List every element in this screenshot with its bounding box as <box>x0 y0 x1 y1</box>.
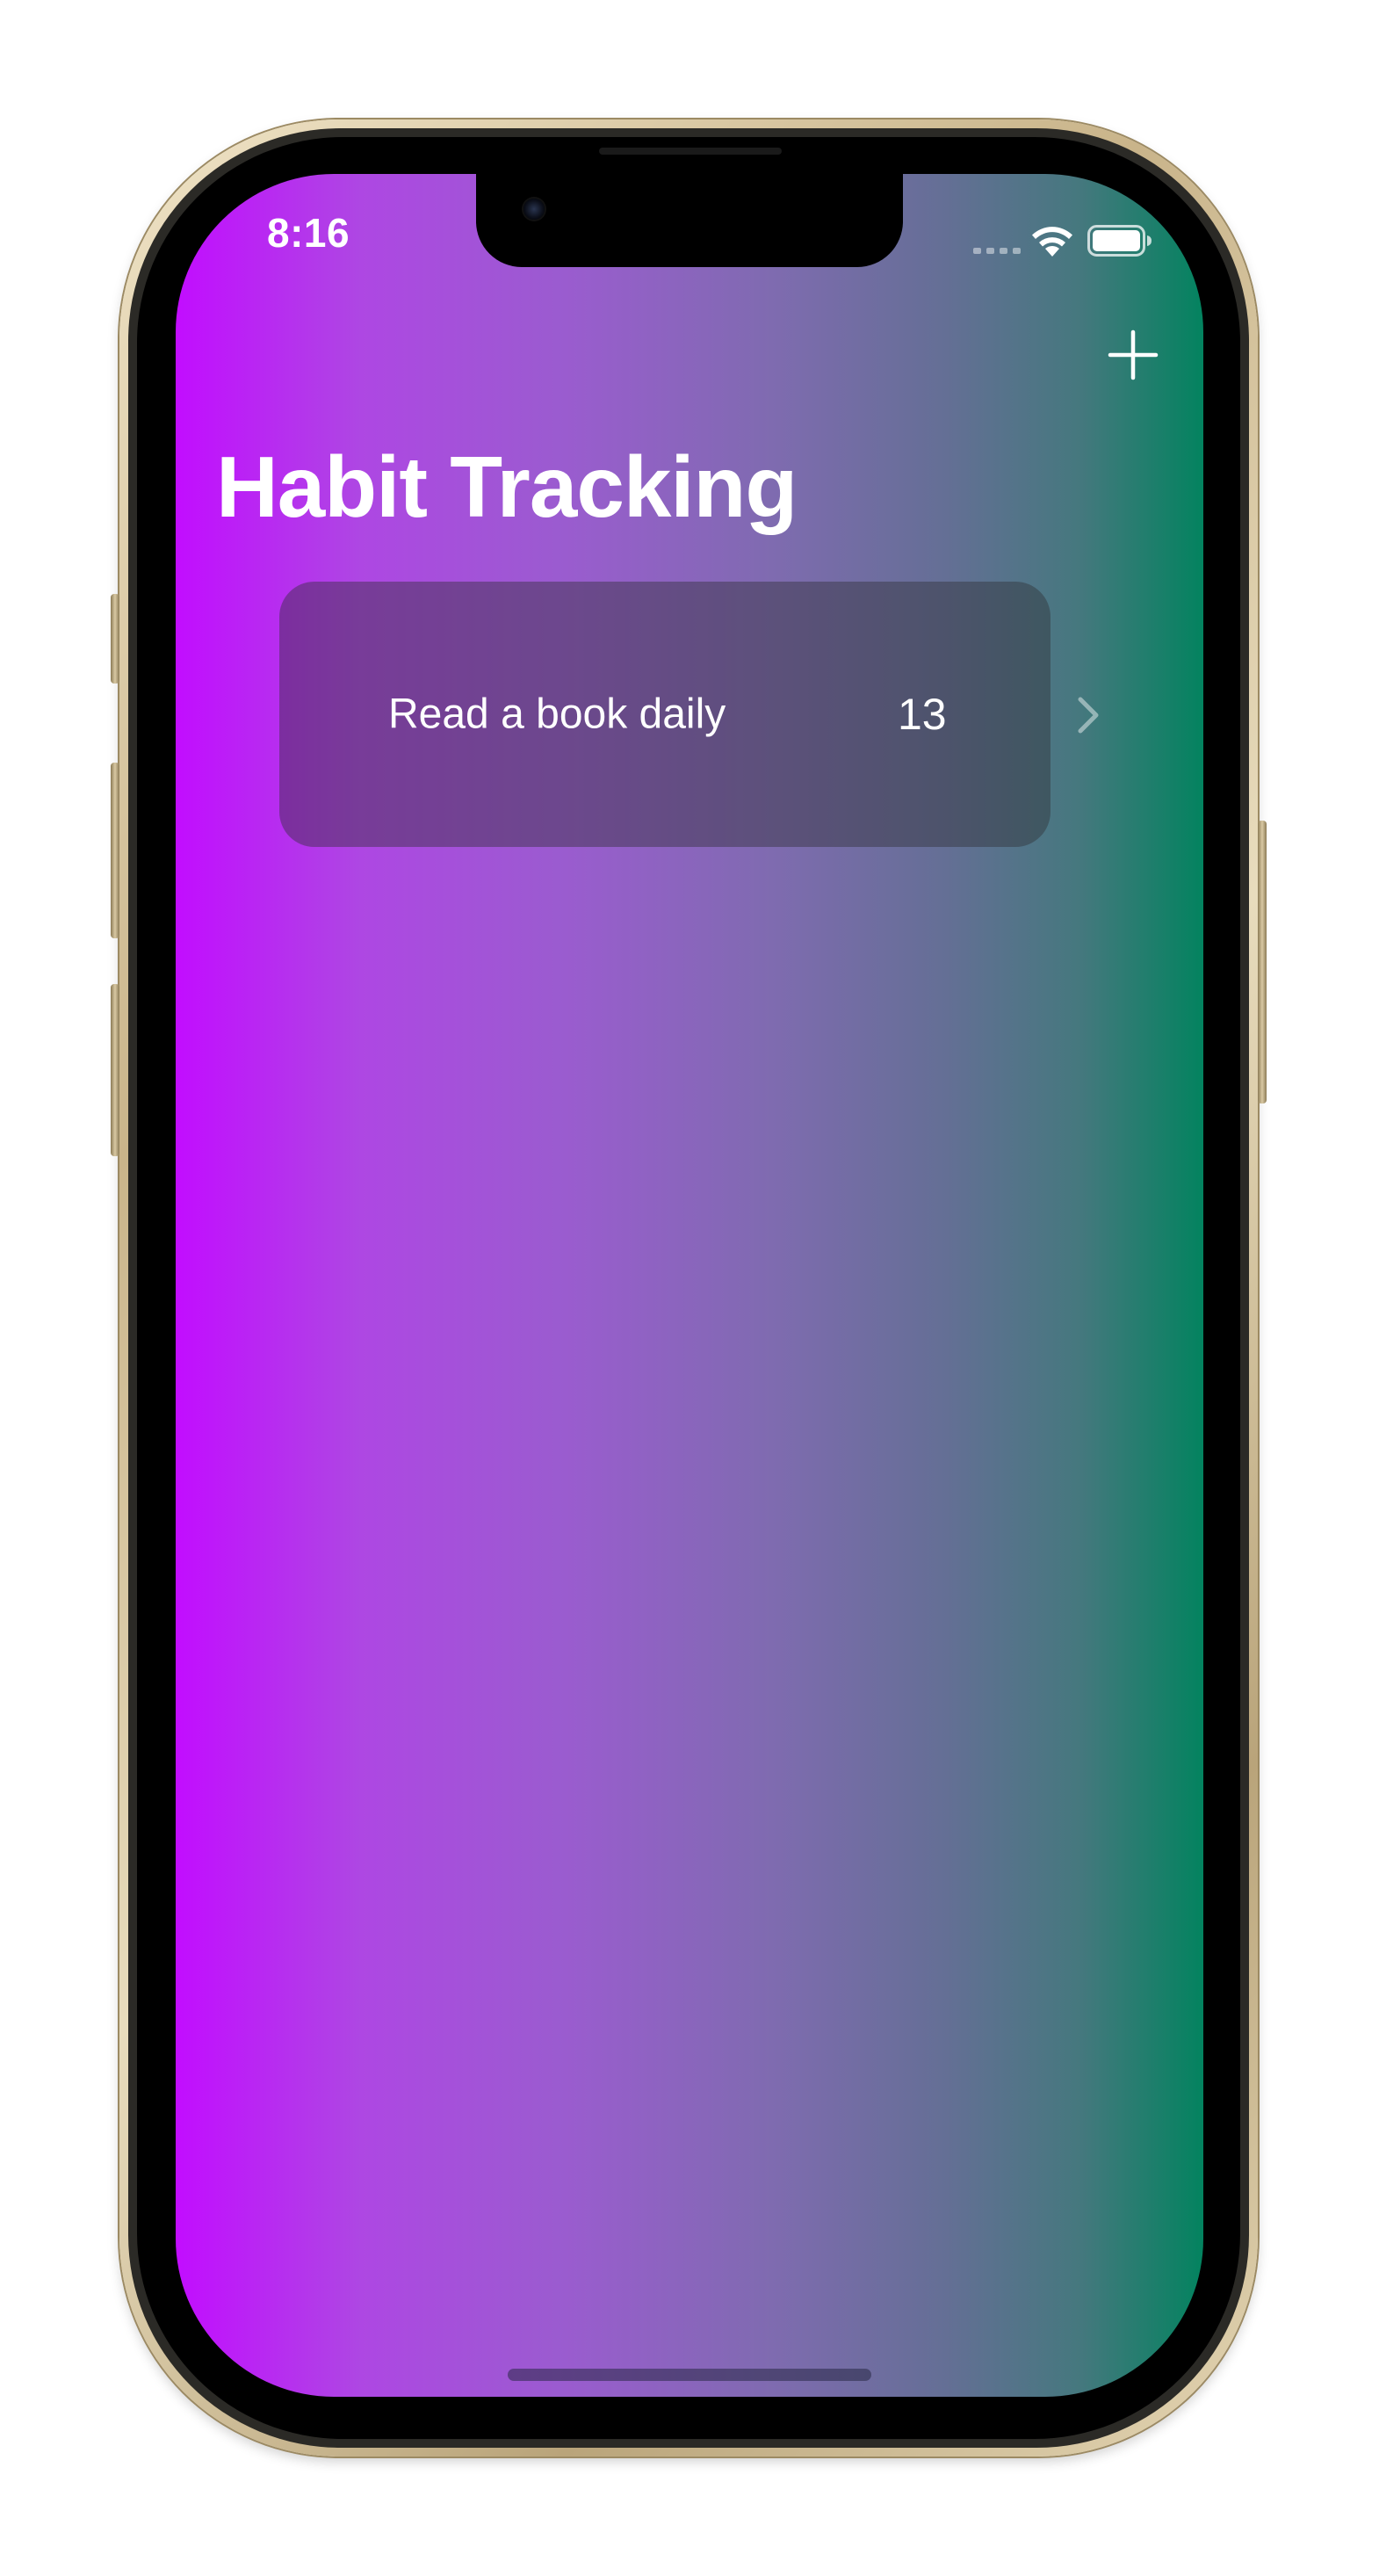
habit-name: Read a book daily <box>388 691 726 738</box>
status-time: 8:16 <box>267 210 350 256</box>
page-title: Habit Tracking <box>216 438 798 535</box>
wifi-icon <box>1032 227 1072 257</box>
home-indicator[interactable] <box>508 2369 871 2381</box>
habit-count: 13 <box>898 690 947 739</box>
app-screen: 8:16 Habit Tracking Read a book daily 13 <box>176 174 1203 2397</box>
plus-icon <box>1108 329 1159 380</box>
earpiece-speaker <box>599 148 782 155</box>
habit-row[interactable]: Read a book daily 13 <box>279 582 1050 847</box>
camera-icon <box>523 199 545 220</box>
mute-switch <box>111 594 119 684</box>
battery-icon <box>1087 225 1152 257</box>
power-button <box>1258 821 1267 1103</box>
notch <box>476 174 903 267</box>
volume-up-button <box>111 763 119 938</box>
add-habit-button[interactable] <box>1107 329 1159 381</box>
chevron-right-icon[interactable] <box>1077 696 1101 734</box>
volume-down-button <box>111 984 119 1156</box>
device-stage: 8:16 Habit Tracking Read a book daily 13 <box>0 0 1379 2576</box>
cellular-signal-icon <box>973 248 1021 254</box>
